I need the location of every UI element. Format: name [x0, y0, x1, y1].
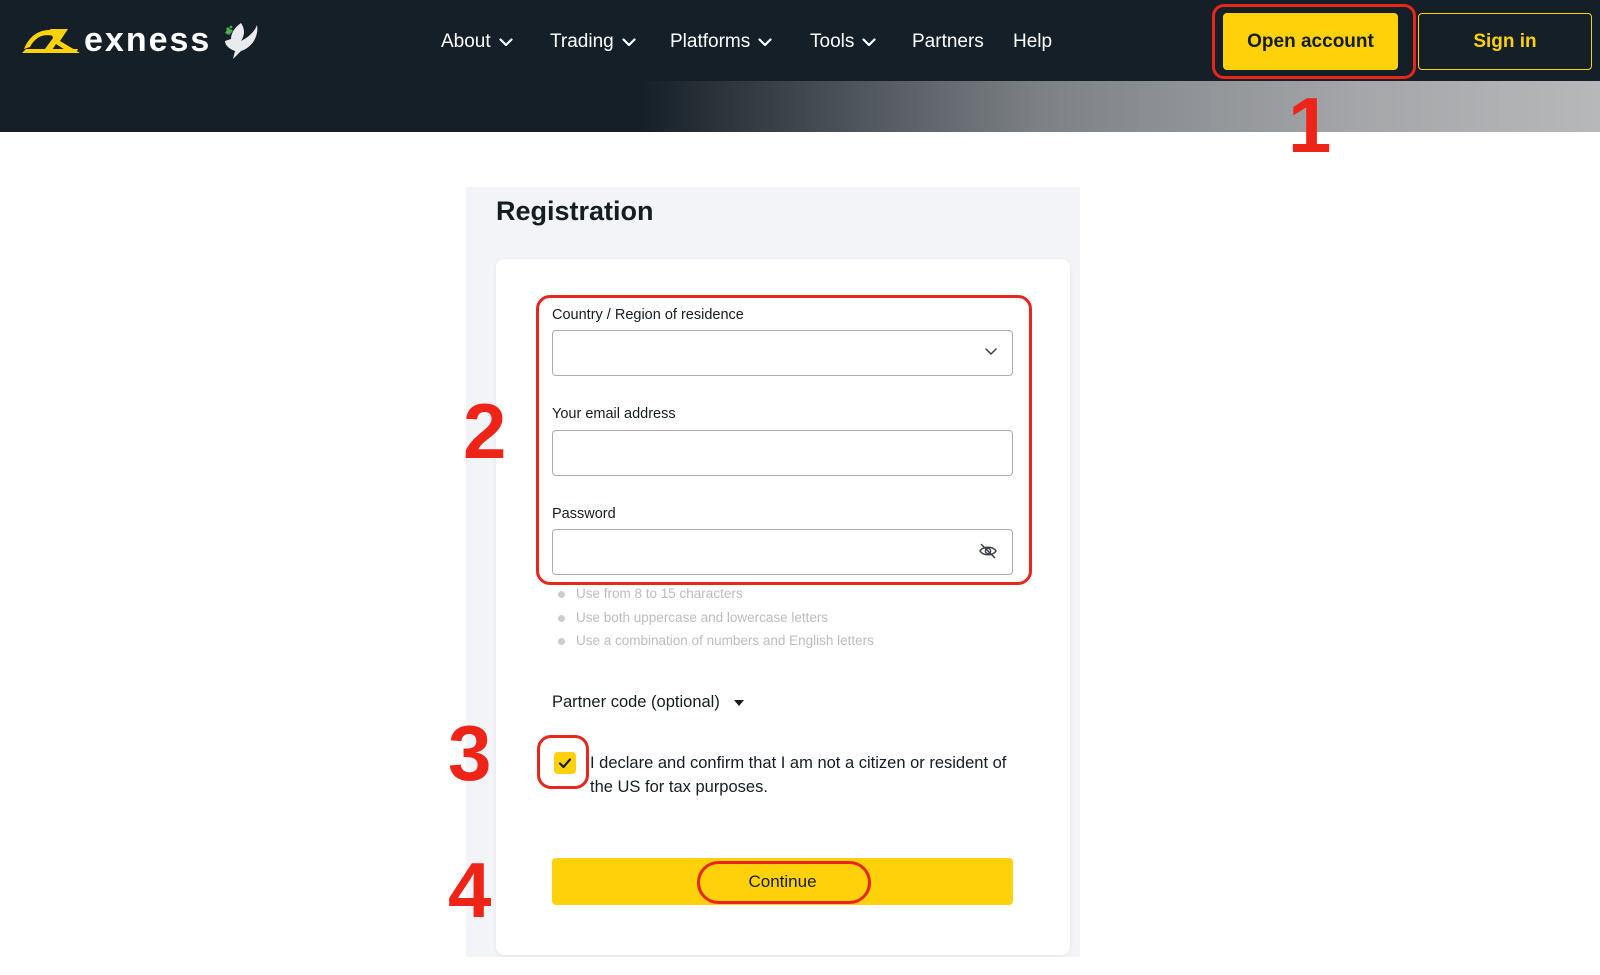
site-header: exness About Trading Platforms Tools Par… — [0, 0, 1600, 81]
nav-trading-label: Trading — [550, 31, 614, 52]
country-select[interactable] — [552, 330, 1013, 376]
page-root: exness About Trading Platforms Tools Par… — [0, 0, 1600, 975]
password-field[interactable] — [552, 529, 1013, 575]
nav-platforms-label: Platforms — [670, 31, 751, 52]
caret-down-icon — [733, 699, 744, 706]
nav-platforms[interactable]: Platforms — [670, 22, 772, 62]
checkmark-icon — [558, 758, 572, 769]
chevron-down-icon — [499, 37, 513, 46]
nav-help[interactable]: Help — [1013, 22, 1052, 62]
password-label: Password — [552, 506, 616, 522]
sign-in-button[interactable]: Sign in — [1418, 13, 1592, 70]
partner-code-label: Partner code (optional) — [552, 693, 720, 711]
password-hints: Use from 8 to 15 characters Use both upp… — [558, 586, 874, 657]
annotation-step-2: 2 — [463, 387, 507, 475]
eye-off-icon[interactable] — [978, 541, 998, 561]
hero-banner-strip — [0, 81, 1600, 132]
open-account-button[interactable]: Open account — [1223, 13, 1398, 70]
chevron-down-icon — [862, 37, 876, 46]
annotation-step-1: 1 — [1288, 81, 1332, 169]
chevron-down-icon — [758, 37, 772, 46]
nav-about[interactable]: About — [441, 22, 513, 62]
page-title: Registration — [496, 196, 654, 226]
nav-tools[interactable]: Tools — [810, 22, 876, 62]
partner-code-toggle[interactable]: Partner code (optional) — [552, 693, 745, 712]
declaration-text: I declare and confirm that I am not a ci… — [590, 754, 1007, 796]
nav-about-label: About — [441, 31, 491, 52]
email-label: Your email address — [552, 406, 676, 422]
password-hint: Use a combination of numbers and English… — [558, 633, 874, 657]
password-hint: Use from 8 to 15 characters — [558, 586, 874, 610]
password-hint: Use both uppercase and lowercase letters — [558, 610, 874, 634]
annotation-step-4: 4 — [448, 846, 492, 934]
country-label: Country / Region of residence — [552, 307, 744, 323]
annotation-step-3: 3 — [448, 709, 492, 797]
declaration-checkbox[interactable] — [554, 752, 576, 774]
chevron-down-icon — [622, 37, 636, 46]
continue-button[interactable]: Continue — [552, 858, 1013, 905]
nav-tools-label: Tools — [810, 31, 855, 52]
nav-trading[interactable]: Trading — [550, 22, 636, 62]
nav-help-label: Help — [1013, 31, 1053, 52]
nav-partners-label: Partners — [912, 31, 984, 52]
chevron-down-icon — [985, 348, 997, 355]
nav-partners[interactable]: Partners — [912, 22, 984, 62]
email-field[interactable] — [552, 430, 1013, 476]
